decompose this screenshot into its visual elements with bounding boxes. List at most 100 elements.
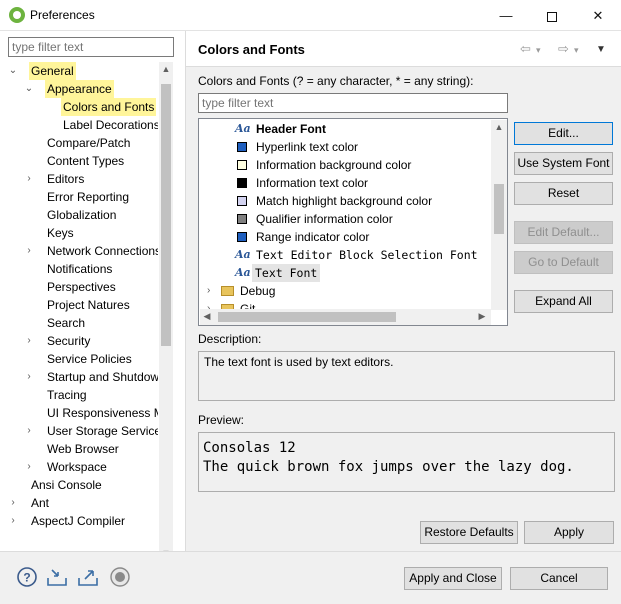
expand-all-button[interactable]: Expand All bbox=[514, 290, 613, 313]
color-swatch-icon bbox=[237, 178, 247, 188]
tree-item[interactable]: Notifications bbox=[8, 260, 158, 278]
forward-dropdown-icon[interactable]: ▾ bbox=[574, 45, 579, 56]
forward-arrow-icon[interactable]: ⇨ bbox=[558, 41, 569, 57]
tree-item[interactable]: › Security bbox=[8, 332, 158, 350]
description-text: The text font is used by text editors. bbox=[204, 355, 394, 369]
font-icon: Aa bbox=[235, 122, 251, 135]
tree-item-label: Search bbox=[47, 316, 86, 330]
go-to-default-button[interactable]: Go to Default bbox=[514, 251, 613, 274]
colors-filter-input[interactable] bbox=[198, 93, 508, 113]
tree-item-label: Perspectives bbox=[47, 280, 116, 294]
tree-item[interactable]: Keys bbox=[8, 224, 158, 242]
tree-item[interactable]: › User Storage Service bbox=[8, 422, 158, 440]
scroll-right-icon[interactable]: ▶ bbox=[475, 311, 489, 322]
tree-item-label: Content Types bbox=[47, 154, 125, 168]
tree-item[interactable]: Perspectives bbox=[8, 278, 158, 296]
color-swatch-icon bbox=[237, 160, 247, 170]
use-system-font-button[interactable]: Use System Font bbox=[514, 152, 613, 175]
item-label: Information background color bbox=[256, 158, 412, 172]
tree-item-label: General bbox=[29, 62, 76, 80]
tree-item[interactable]: › Workspace bbox=[8, 458, 158, 476]
preferences-nav-panel: ⌄General⌄AppearanceColors and FontsLabel… bbox=[0, 31, 185, 578]
scroll-up-icon[interactable]: ▲ bbox=[159, 64, 173, 74]
help-icon[interactable]: ? bbox=[16, 566, 38, 588]
edit-button[interactable]: Edit... bbox=[514, 122, 613, 145]
tree-item-label: Project Natures bbox=[47, 298, 130, 312]
tree-item-label: Compare/Patch bbox=[47, 136, 131, 150]
tree-item[interactable]: › Startup and Shutdown bbox=[8, 368, 158, 386]
tree-item[interactable]: Service Policies bbox=[8, 350, 158, 368]
tree-item[interactable]: › Network Connections bbox=[8, 242, 158, 260]
import-icon[interactable] bbox=[46, 566, 68, 588]
preview-box: Consolas 12 The quick brown fox jumps ov… bbox=[198, 432, 615, 492]
chevron-down-icon[interactable]: ⌄ bbox=[8, 62, 18, 80]
spring-logo-icon bbox=[9, 7, 25, 23]
apply-and-close-button[interactable]: Apply and Close bbox=[404, 567, 502, 590]
tree-item[interactable]: Content Types bbox=[8, 152, 158, 170]
item-label: Text Editor Block Selection Font bbox=[256, 248, 478, 262]
list-vertical-scrollbar[interactable]: ▲ bbox=[491, 120, 507, 310]
list-horizontal-scrollbar[interactable]: ◀ ▶ bbox=[200, 309, 491, 325]
list-hscroll-thumb[interactable] bbox=[218, 312, 396, 322]
maximize-button[interactable] bbox=[529, 0, 575, 31]
description-label: Description: bbox=[198, 332, 262, 346]
edit-default-button[interactable]: Edit Default... bbox=[514, 221, 613, 244]
tree-item[interactable]: Web Browser bbox=[8, 440, 158, 458]
tree-item[interactable]: Tracing bbox=[8, 386, 158, 404]
chevron-right-icon[interactable]: › bbox=[24, 368, 34, 386]
font-icon: Aa bbox=[235, 266, 251, 279]
tree-item[interactable]: › AspectJ Compiler bbox=[8, 512, 158, 530]
back-dropdown-icon[interactable]: ▾ bbox=[536, 45, 541, 56]
tree-item[interactable]: › Ant bbox=[8, 494, 158, 512]
reset-button[interactable]: Reset bbox=[514, 182, 613, 205]
tree-item-label: User Storage Service bbox=[47, 424, 158, 438]
tree-item[interactable]: › Editors bbox=[8, 170, 158, 188]
record-icon[interactable] bbox=[109, 566, 131, 588]
tree-item-label: Network Connections bbox=[47, 244, 158, 258]
font-icon: Aa bbox=[235, 248, 251, 261]
cancel-button[interactable]: Cancel bbox=[510, 567, 608, 590]
nav-scroll-thumb[interactable] bbox=[161, 84, 171, 346]
item-label: Information text color bbox=[256, 176, 369, 190]
restore-defaults-button[interactable]: Restore Defaults bbox=[420, 521, 518, 544]
window-title: Preferences bbox=[30, 8, 95, 22]
item-label: Match highlight background color bbox=[256, 194, 433, 208]
list-scroll-thumb[interactable] bbox=[494, 184, 504, 234]
nav-vertical-scrollbar[interactable]: ▲ ▼ bbox=[159, 62, 173, 564]
chevron-right-icon[interactable]: › bbox=[8, 512, 18, 530]
close-button[interactable]: ✕ bbox=[575, 0, 621, 31]
apply-button[interactable]: Apply bbox=[524, 521, 614, 544]
tree-item[interactable]: Project Natures bbox=[8, 296, 158, 314]
chevron-right-icon[interactable]: › bbox=[8, 494, 18, 512]
tree-item[interactable]: ⌄ Appearance bbox=[8, 80, 158, 98]
tree-item[interactable]: Error Reporting bbox=[8, 188, 158, 206]
view-menu-icon[interactable]: ▼ bbox=[596, 44, 606, 55]
tree-item-label: Security bbox=[47, 334, 91, 348]
scroll-left-icon[interactable]: ◀ bbox=[200, 311, 214, 322]
item-label: Range indicator color bbox=[256, 230, 370, 244]
chevron-right-icon[interactable]: › bbox=[24, 242, 34, 260]
tree-item[interactable]: Label Decorations bbox=[8, 116, 158, 134]
tree-item[interactable]: Search bbox=[8, 314, 158, 332]
tree-item[interactable]: Compare/Patch bbox=[8, 134, 158, 152]
chevron-right-icon[interactable]: › bbox=[207, 282, 210, 300]
colors-fonts-tree[interactable]: Aa Header Font Hyperlink text color Informa… bbox=[198, 118, 508, 326]
svg-text:?: ? bbox=[23, 571, 30, 585]
chevron-right-icon[interactable]: › bbox=[24, 170, 34, 188]
tree-item[interactable]: Colors and Fonts bbox=[8, 98, 158, 116]
tree-item-label: Service Policies bbox=[47, 352, 132, 366]
chevron-right-icon[interactable]: › bbox=[24, 332, 34, 350]
tree-item[interactable]: UI Responsiveness M bbox=[8, 404, 158, 422]
back-arrow-icon[interactable]: ⇦ bbox=[520, 41, 531, 57]
export-icon[interactable] bbox=[77, 566, 99, 588]
chevron-right-icon[interactable]: › bbox=[24, 458, 34, 476]
tree-item[interactable]: Ansi Console bbox=[8, 476, 158, 494]
scroll-up-icon[interactable]: ▲ bbox=[492, 122, 506, 132]
chevron-right-icon[interactable]: › bbox=[24, 422, 34, 440]
tree-item-label: Appearance bbox=[45, 80, 114, 98]
chevron-down-icon[interactable]: ⌄ bbox=[24, 80, 34, 98]
minimize-button[interactable]: — bbox=[483, 0, 529, 31]
nav-filter-input[interactable] bbox=[8, 37, 174, 57]
tree-item[interactable]: Globalization bbox=[8, 206, 158, 224]
tree-item[interactable]: ⌄ General bbox=[8, 62, 158, 80]
